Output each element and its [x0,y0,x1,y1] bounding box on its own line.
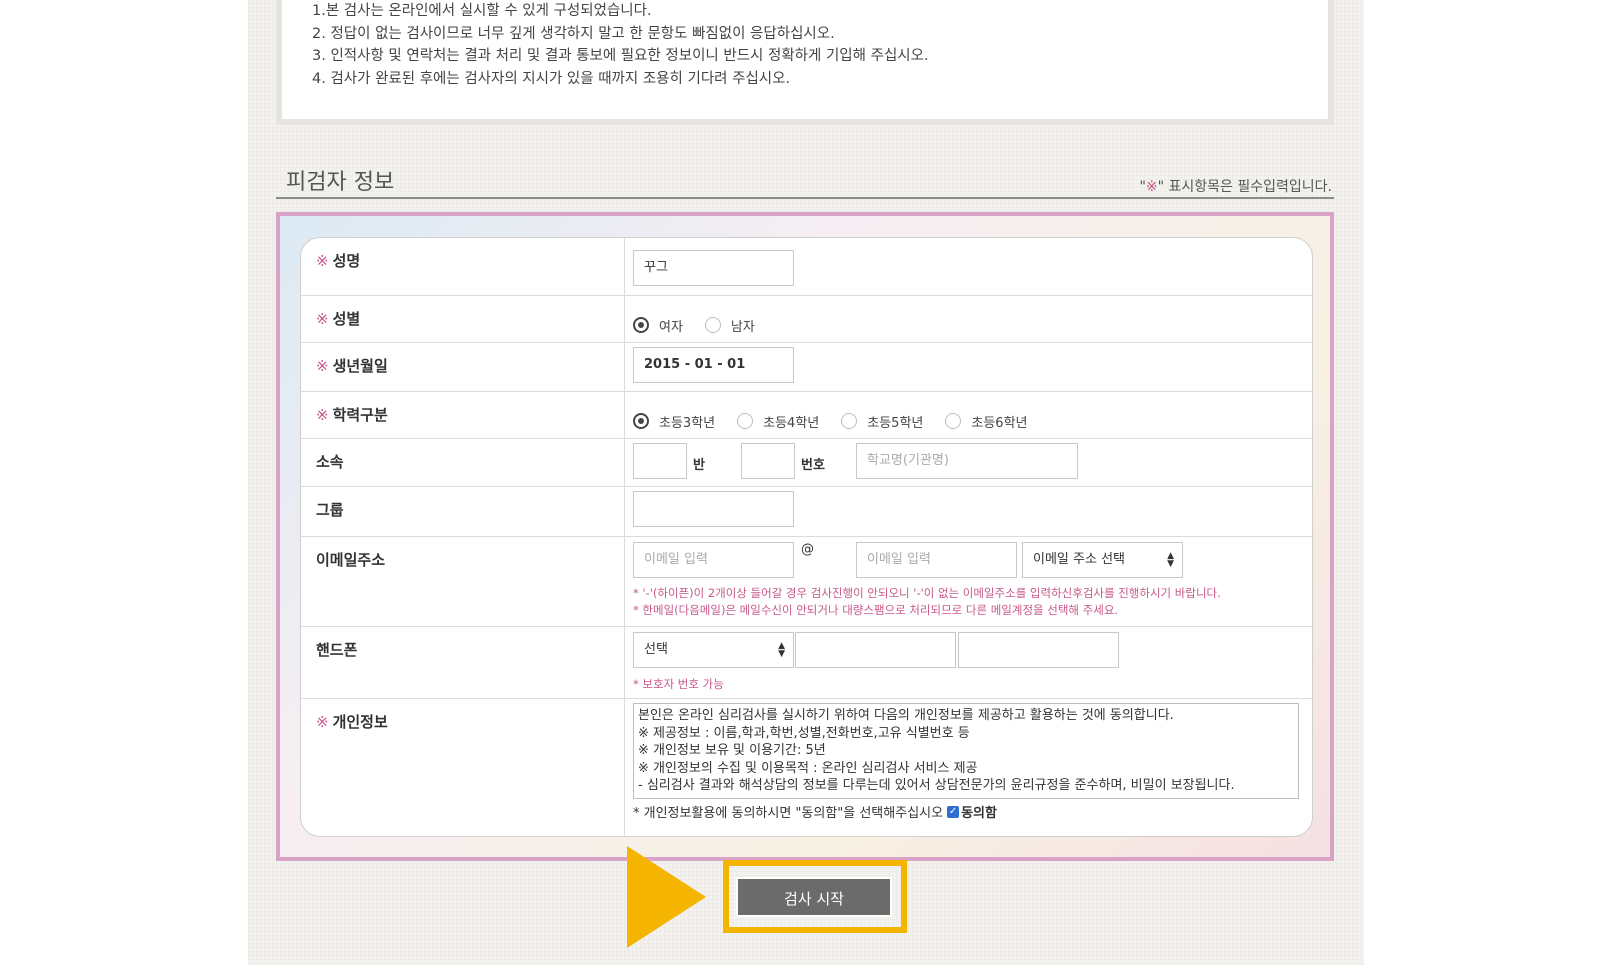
email-hyphen-note: * '-'(하이픈)이 2개이상 들어갈 경우 검사진행이 안되오니 '-'이 … [633,586,1221,600]
radio-unchecked-icon [945,413,962,429]
name-label: ※ 성명 [316,250,360,271]
phone-select-value: 선택 [644,642,668,657]
gender-label: ※ 성별 [316,308,360,329]
group-label: 그룹 [316,501,344,519]
name-label-text: 성명 [332,252,361,270]
class-suffix: 반 [693,458,705,473]
row-name: ※ 성명 꾸그 [301,238,1312,296]
grade-option-4[interactable]: 초등4학년 [737,412,819,431]
updown-caret-icon: ▲ ▼ [778,641,785,659]
grade-option-label: 초등4학년 [763,415,820,431]
radio-unchecked-icon [737,413,754,429]
email-label: 이메일주소 [316,551,386,569]
instruction-item: 4. 검사가 완료된 후에는 검사자의 지시가 있을 때까지 조용히 기다려 주… [312,70,791,87]
email-domain-select[interactable]: 이메일 주소 선택 ▲ ▼ [1022,542,1183,578]
birthdate-input[interactable]: 2015 - 01 - 01 [633,347,794,383]
checkmark-icon: ✓ [948,805,958,817]
gender-option-male[interactable]: 남자 [704,316,755,335]
privacy-label-text: 개인정보 [332,713,388,731]
grade-option-label: 초등5학년 [867,415,924,431]
email-hanmail-note: * 한메일(다음메일)은 메일수신이 안되거나 대량스팸으로 처리되므로 다른 … [633,603,1119,617]
email-id-input[interactable]: 이메일 입력 [633,542,794,578]
privacy-line: - 심리검사 결과와 해석상담의 정보를 다루는데 있어서 상담전문가의 윤리규… [638,778,1235,793]
required-mark: ※ [316,406,329,424]
at-sign: @ [801,542,814,557]
required-mark: ※ [316,357,329,375]
privacy-label: ※ 개인정보 [316,711,388,732]
privacy-line: 본인은 온라인 심리검사를 실시하기 위하여 다음의 개인정보를 제공하고 활용… [638,708,1174,723]
row-gender: ※ 성별 여자 남자 [301,296,1312,343]
grade-radio-group: 초등3학년 초등4학년 초등5학년 초등6학년 [633,398,1050,444]
phone-guardian-note: * 보호자 번호 가능 [633,677,724,691]
agree-label[interactable]: 동의함 [961,802,997,821]
radio-checked-icon [633,317,649,333]
grade-option-label: 초등3학년 [659,415,716,431]
radio-unchecked-icon [841,413,858,429]
gender-option-label: 남자 [730,319,755,335]
examinee-form: ※ 성명 꾸그 ※ 성별 여자 남자 ※ 생년월일 2015 - 01 - 01 ※ 학… [300,237,1313,837]
grade-option-6[interactable]: 초등6학년 [945,412,1028,431]
affiliation-label: 소속 [316,453,344,471]
gender-label-text: 성별 [332,310,361,328]
required-mark: ※ [316,713,329,731]
row-group: 그룹 [301,487,1312,537]
play-arrow-icon [627,846,706,948]
grade-option-label: 초등6학년 [971,415,1028,431]
agree-row: * 개인정보활용에 동의하시면 "동의함"을 선택해주십시오 ✓ 동의함 [633,802,997,821]
privacy-line: ※ 제공정보 : 이름,학과,학번,성별,전화번호,고유 식별번호 등 [638,725,970,741]
email-select-value: 이메일 주소 선택 [1033,552,1125,567]
grade-label-text: 학력구분 [332,406,388,424]
class-input[interactable] [633,443,687,479]
radio-checked-icon [633,413,649,429]
note-text: " 표시항목은 필수입력입니다. [1157,179,1332,195]
radio-unchecked-icon [704,317,721,333]
privacy-line: ※ 개인정보 보유 및 이용기간: 5년 [638,743,826,758]
instruction-item: 2. 정답이 없는 검사이므로 너무 깊게 생각하지 말고 한 문항도 빠짐없이… [312,25,835,42]
phone-label: 핸드폰 [316,641,358,659]
email-domain-input[interactable]: 이메일 입력 [856,542,1017,578]
gender-radio-group: 여자 남자 [633,302,777,348]
privacy-line: ※ 개인정보의 수집 및 이용목적 : 온라인 심리검사 서비스 제공 [638,760,978,776]
gender-option-label: 여자 [659,319,683,335]
grade-option-3[interactable]: 초등3학년 [633,412,715,431]
instruction-item: 3. 인적사항 및 연락처는 결과 처리 및 결과 통보에 필요한 정보이니 반… [312,48,929,64]
row-email: 이메일주소 이메일 입력 @ 이메일 입력 이메일 주소 선택 ▲ ▼ * '-'… [301,537,1312,627]
privacy-consent-textarea[interactable]: 본인은 온라인 심리검사를 실시하기 위하여 다음의 개인정보를 제공하고 활용… [633,703,1299,799]
row-affiliation: 소속 반 번호 학교명(기관명) [301,439,1312,487]
phone-prefix-select[interactable]: 선택 ▲ ▼ [633,632,794,668]
school-name-input[interactable]: 학교명(기관명) [856,443,1078,479]
row-birth: ※ 생년월일 2015 - 01 - 01 [301,343,1312,392]
section-divider [276,197,1334,199]
updown-caret-icon: ▲ ▼ [1167,551,1174,569]
agree-checkbox[interactable]: ✓ [947,805,960,818]
row-privacy: ※ 개인정보 본인은 온라인 심리검사를 실시하기 위하여 다음의 개인정보를 제… [301,699,1312,836]
row-phone: 핸드폰 선택 ▲ ▼ * 보호자 번호 가능 [301,627,1312,699]
agree-instruction: * 개인정보활용에 동의하시면 "동의함"을 선택해주십시오 [633,806,944,821]
row-grade: ※ 학력구분 초등3학년 초등4학년 초등5학년 초등6학년 [301,392,1312,439]
start-test-button[interactable]: 검사 시작 [736,877,892,917]
grade-option-5[interactable]: 초등5학년 [841,412,923,431]
required-mark: ※ [316,252,329,270]
name-input[interactable]: 꾸그 [633,250,794,286]
phone-last-input[interactable] [958,632,1119,668]
grade-label: ※ 학력구분 [316,404,388,425]
number-suffix: 번호 [801,458,825,473]
birth-label-text: 생년월일 [332,357,388,375]
required-mark: ※ [1145,179,1158,195]
birth-label: ※ 생년월일 [316,355,388,376]
instruction-item: 1.본 검사는 온라인에서 실시할 수 있게 구성되었습니다. [312,3,652,19]
group-input[interactable] [633,491,794,527]
gender-option-female[interactable]: 여자 [633,316,683,335]
required-fields-note: "※" 표시항목은 필수입력입니다. [1139,176,1332,196]
instructions-list: 1.본 검사는 온라인에서 실시할 수 있게 구성되었습니다. 2. 정답이 없… [312,0,929,90]
section-title: 피검자 정보 [286,170,395,195]
phone-middle-input[interactable] [795,632,956,668]
student-number-input[interactable] [741,443,795,479]
required-mark: ※ [316,310,329,328]
